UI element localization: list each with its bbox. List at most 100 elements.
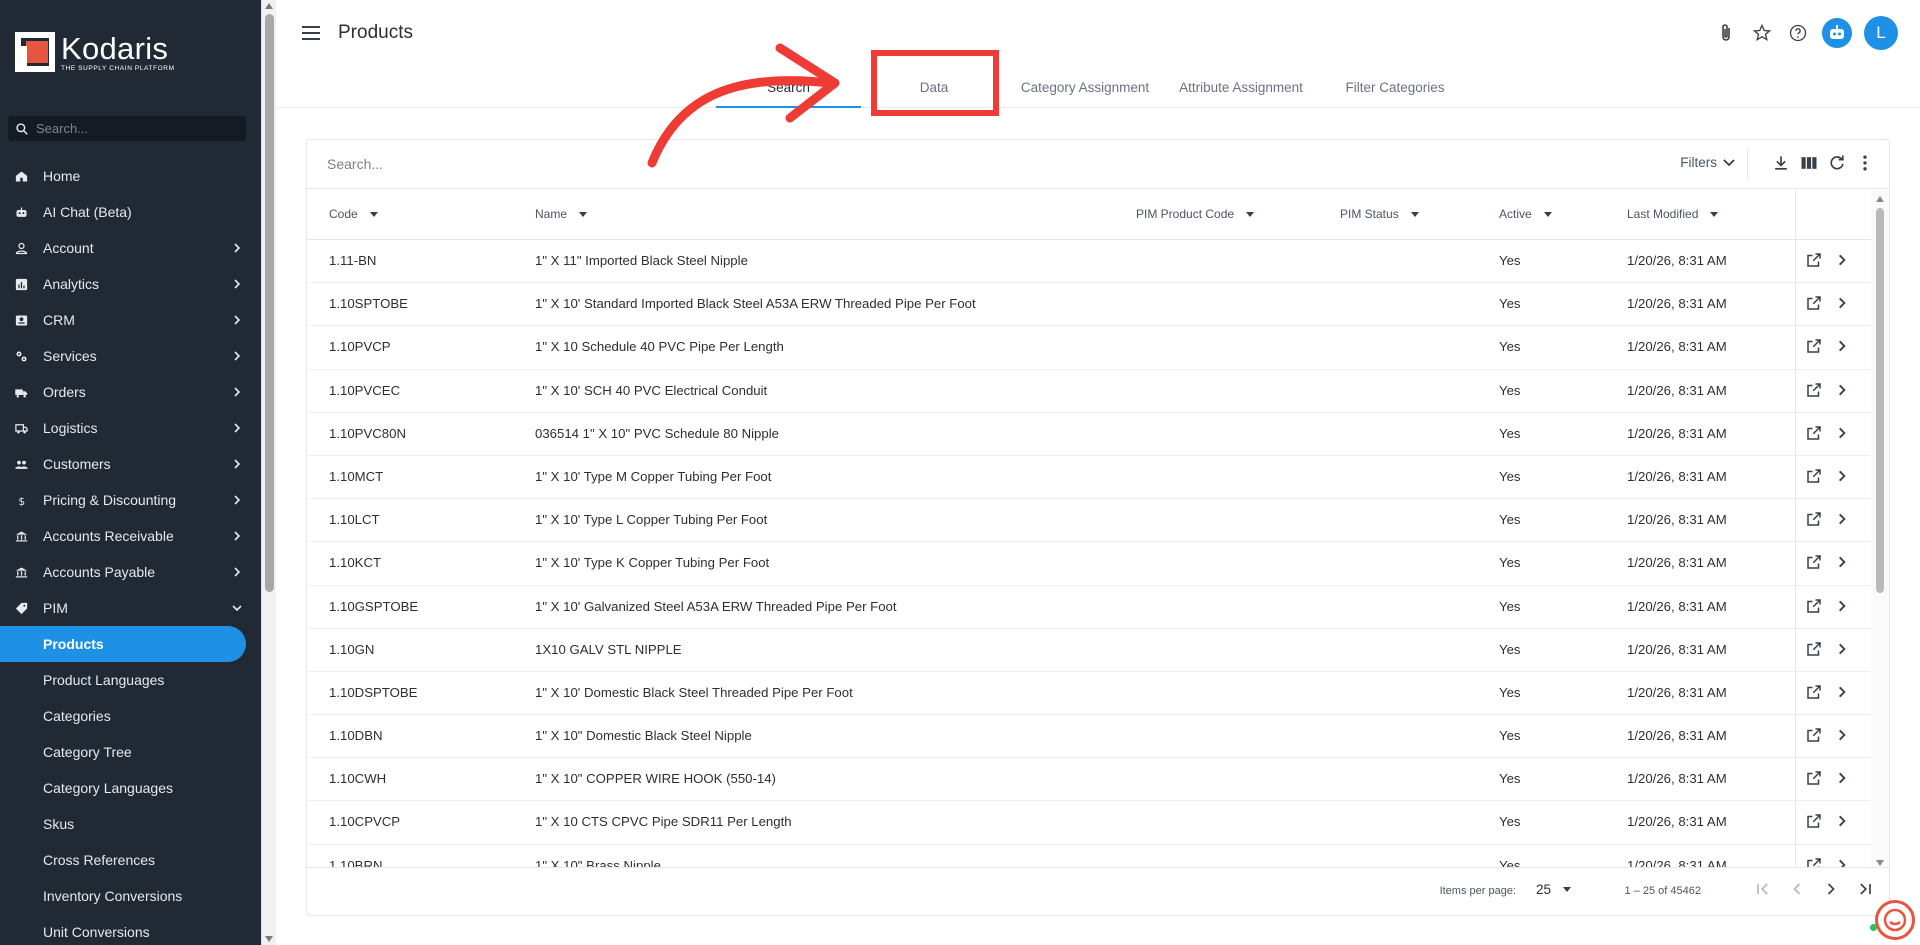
tab-category-assignment[interactable]: Category Assignment (1007, 66, 1163, 108)
sidebar-item-product-languages[interactable]: Product Languages (0, 662, 261, 698)
table-row[interactable]: 1.10SPTOBE 1" X 10' Standard Imported Bla… (307, 283, 1871, 327)
open-in-new-icon[interactable] (1805, 812, 1823, 833)
open-in-new-icon[interactable] (1805, 769, 1823, 790)
sidebar-item-inventory-conversions[interactable]: Inventory Conversions (0, 878, 261, 914)
help-icon[interactable] (1786, 21, 1810, 45)
column-header-pim-status[interactable]: PIM Status (1340, 207, 1419, 221)
menu-toggle-button[interactable] (300, 22, 322, 44)
sidebar-item-crm[interactable]: CRM (0, 302, 261, 338)
sidebar-item-customers[interactable]: Customers (0, 446, 261, 482)
sidebar-item-cross-references[interactable]: Cross References (0, 842, 261, 878)
sidebar-item-ai-chat-beta[interactable]: AI Chat (Beta) (0, 194, 261, 230)
more-vert-icon[interactable] (1855, 153, 1875, 178)
open-in-new-icon[interactable] (1805, 467, 1823, 488)
sidebar-item-accounts-payable[interactable]: Accounts Payable (0, 554, 261, 590)
previous-page-icon[interactable] (1787, 879, 1807, 904)
sidebar-item-categories[interactable]: Categories (0, 698, 261, 734)
column-header-name[interactable]: Name (535, 207, 588, 221)
kodaris-logo[interactable]: Kodaris THE SUPPLY CHAIN PLATFORM (15, 32, 175, 72)
chevron-right-icon[interactable] (1835, 642, 1849, 659)
sidebar-item-category-languages[interactable]: Category Languages (0, 770, 261, 806)
open-in-new-icon[interactable] (1805, 553, 1823, 574)
star-icon[interactable] (1750, 21, 1774, 45)
table-row[interactable]: 1.10CWH 1" X 10" COPPER WIRE HOOK (550-14… (307, 758, 1871, 802)
chevron-right-icon[interactable] (1835, 728, 1849, 745)
open-in-new-icon[interactable] (1805, 726, 1823, 747)
table-row[interactable]: 1.10DBN 1" X 10" Domestic Black Steel Nip… (307, 715, 1871, 759)
sidebar-item-orders[interactable]: Orders (0, 374, 261, 410)
scroll-down-arrow-icon[interactable] (1876, 860, 1884, 866)
scroll-up-arrow-icon[interactable] (1876, 196, 1884, 202)
chevron-right-icon[interactable] (1835, 253, 1849, 270)
sidebar-item-analytics[interactable]: Analytics (0, 266, 261, 302)
chevron-right-icon[interactable] (1835, 469, 1849, 486)
table-row[interactable]: 1.10LCT 1" X 10' Type L Copper Tubing Per… (307, 499, 1871, 543)
table-row[interactable]: 1.10PVCP 1" X 10 Schedule 40 PVC Pipe Per… (307, 326, 1871, 370)
table-row[interactable]: 1.10PVCEC 1" X 10' SCH 40 PVC Electrical … (307, 370, 1871, 413)
open-in-new-icon[interactable] (1805, 294, 1823, 315)
open-in-new-icon[interactable] (1805, 381, 1823, 402)
chevron-right-icon[interactable] (1835, 814, 1849, 831)
chevron-right-icon[interactable] (1835, 426, 1849, 443)
sidebar-item-skus[interactable]: Skus (0, 806, 261, 842)
open-in-new-icon[interactable] (1805, 683, 1823, 704)
table-row[interactable]: 1.11-BN 1" X 11" Imported Black Steel Nip… (307, 240, 1871, 284)
sidebar-item-logistics[interactable]: Logistics (0, 410, 261, 446)
table-row[interactable]: 1.10GN 1X10 GALV STL NIPPLE Yes 1/20/26, 8:… (307, 629, 1871, 672)
sidebar-item-products[interactable]: Products (0, 626, 246, 662)
sidebar-item-account[interactable]: Account (0, 230, 261, 266)
open-in-new-icon[interactable] (1805, 510, 1823, 531)
chevron-right-icon[interactable] (1835, 339, 1849, 356)
table-scrollbar[interactable] (1871, 190, 1889, 870)
ai-assistant-button[interactable] (1822, 18, 1852, 48)
sort-caret-icon[interactable] (1246, 211, 1255, 217)
column-header-active[interactable]: Active (1499, 207, 1552, 221)
chevron-right-icon[interactable] (1835, 685, 1849, 702)
sidebar-item-home[interactable]: Home (0, 158, 261, 194)
sidebar-item-category-tree[interactable]: Category Tree (0, 734, 261, 770)
chevron-right-icon[interactable] (1835, 555, 1849, 572)
column-header-pim-product-code[interactable]: PIM Product Code (1136, 207, 1255, 221)
table-row[interactable]: 1.10DSPTOBE 1" X 10' Domestic Black Steel… (307, 672, 1871, 716)
column-header-last-modified[interactable]: Last Modified (1627, 207, 1719, 221)
table-row[interactable]: 1.10MCT 1" X 10' Type M Copper Tubing Per… (307, 456, 1871, 500)
chat-widget-button[interactable] (1875, 900, 1915, 940)
next-page-icon[interactable] (1821, 879, 1841, 904)
columns-icon[interactable] (1799, 153, 1819, 178)
filters-button[interactable]: Filters (1680, 155, 1735, 170)
column-header-code[interactable]: Code (329, 207, 378, 221)
open-in-new-icon[interactable] (1805, 251, 1823, 272)
sort-caret-icon[interactable] (369, 211, 378, 217)
tab-attribute-assignment[interactable]: Attribute Assignment (1163, 66, 1319, 108)
sidebar-item-services[interactable]: Services (0, 338, 261, 374)
sidebar-item-accounts-receivable[interactable]: Accounts Receivable (0, 518, 261, 554)
sidebar-scroll-thumb[interactable] (265, 14, 274, 592)
table-row[interactable]: 1.10CPVCP 1" X 10 CTS CPVC Pipe SDR11 Per… (307, 801, 1871, 845)
chevron-right-icon[interactable] (1835, 296, 1849, 313)
open-in-new-icon[interactable] (1805, 424, 1823, 445)
scroll-down-arrow-icon[interactable] (265, 936, 273, 942)
refresh-icon[interactable] (1827, 153, 1847, 178)
tab-filter-categories[interactable]: Filter Categories (1319, 66, 1471, 108)
sort-caret-icon[interactable] (1410, 211, 1419, 217)
table-scroll-thumb[interactable] (1876, 208, 1884, 593)
sidebar-item-pricing-discounting[interactable]: $ Pricing & Discounting (0, 482, 261, 518)
sidebar-item-pim[interactable]: PIM (0, 590, 261, 626)
table-row[interactable]: 1.10PVC80N 036514 1" X 10" PVC Schedule 8… (307, 413, 1871, 456)
table-row[interactable]: 1.10KCT 1" X 10' Type K Copper Tubing Per… (307, 542, 1871, 586)
user-avatar[interactable]: L (1864, 16, 1898, 50)
items-per-page-select[interactable]: 25 (1536, 882, 1571, 897)
open-in-new-icon[interactable] (1805, 337, 1823, 358)
chevron-right-icon[interactable] (1835, 383, 1849, 400)
sort-caret-icon[interactable] (1710, 211, 1719, 217)
open-in-new-icon[interactable] (1805, 597, 1823, 618)
last-page-icon[interactable] (1855, 879, 1875, 904)
sort-caret-icon[interactable] (579, 211, 588, 217)
chevron-right-icon[interactable] (1835, 512, 1849, 529)
sidebar-scrollbar[interactable] (261, 0, 276, 945)
table-row[interactable]: 1.10GSPTOBE 1" X 10' Galvanized Steel A53… (307, 586, 1871, 629)
chevron-right-icon[interactable] (1835, 599, 1849, 616)
open-in-new-icon[interactable] (1805, 640, 1823, 661)
sort-caret-icon[interactable] (1543, 211, 1552, 217)
chevron-right-icon[interactable] (1835, 771, 1849, 788)
